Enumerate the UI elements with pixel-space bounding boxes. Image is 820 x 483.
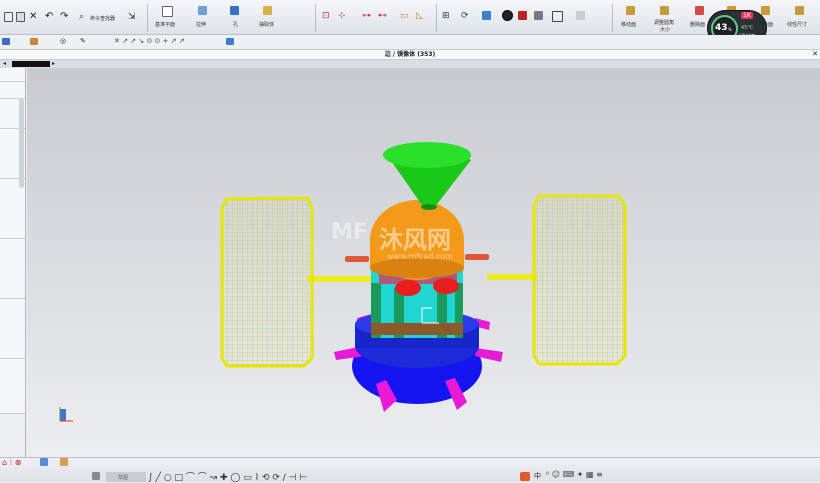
satellite-model (59, 142, 627, 422)
toolbar-separator (612, 4, 613, 32)
toolbar-separator (147, 4, 148, 32)
fit-view-icon[interactable]: ⊞ (442, 11, 450, 21)
resize-blend-button[interactable]: 调整圆角 (654, 19, 674, 26)
solid-icon[interactable] (226, 38, 234, 47)
navigator-scrollbar[interactable] (19, 98, 24, 188)
brown-band (371, 323, 463, 335)
orange-dome-base (370, 258, 464, 278)
extract-body-button[interactable]: 抽取体 (259, 21, 274, 28)
document-title: 边 / 镜像体 (353) (384, 51, 436, 58)
hole-button[interactable]: 孔 (233, 21, 238, 28)
close-icon[interactable]: ✕ (29, 11, 37, 22)
sketch-label: 草图 (118, 475, 129, 481)
selection-icon[interactable]: ⇲ (128, 12, 136, 22)
ribbon-toolbar: ✕ ↶ ↷ ⌕ 命令查找器 ⇲ 基准平面 拉伸 孔 抽取体 ⊡ ⊹ ⊶ ⊷ ▭ … (0, 0, 820, 35)
redo-icon[interactable]: ↷ (60, 11, 68, 22)
snap-end-icon[interactable]: ⊹ (338, 11, 346, 21)
copy-icon[interactable] (4, 12, 13, 24)
layer-settings-icon[interactable] (40, 458, 48, 468)
document-title-bar: 边 / 镜像体 (353) ✕ (0, 50, 820, 60)
active-tab-indicator[interactable] (12, 61, 50, 67)
close-tab-icon[interactable]: ✕ (812, 50, 818, 59)
extract-body-icon[interactable] (263, 6, 272, 17)
right-beam (487, 274, 537, 280)
ime-toolbar-icons[interactable]: ⁰ ☺ ⌨ ✦ ▦ ≡ (546, 470, 603, 479)
datum-plane-button[interactable]: 基准平面 (155, 21, 175, 28)
resize-blend-button-line2[interactable]: 大小 (660, 26, 670, 33)
watermark-logo: MF (331, 220, 368, 245)
green-funnel-tip (421, 204, 437, 210)
measure-icon[interactable]: ▭ (400, 11, 409, 21)
delete-face-button[interactable]: 删除面 (690, 21, 705, 28)
cpu-percent: 43 (715, 23, 728, 33)
tab-scroll-right-icon[interactable]: ▸ (52, 60, 55, 67)
render-style-icon[interactable] (502, 10, 513, 21)
extrude-button[interactable]: 拉伸 (196, 21, 206, 28)
toolbar-separator (436, 4, 437, 32)
view-cube-icon[interactable] (482, 11, 491, 22)
graphics-viewport[interactable]: MF 沐风网 www.mfcad.com (27, 68, 820, 457)
filter-dropdown-icon[interactable] (2, 38, 10, 47)
tab-strip: ◂ ▸ (0, 60, 820, 68)
view-orient-icon[interactable]: ◎ (60, 37, 66, 45)
angle-icon[interactable]: ◺ (416, 11, 423, 21)
paste-icon[interactable] (16, 12, 25, 24)
snap-center-icon[interactable]: ⊷ (378, 11, 387, 21)
snap-mid-icon[interactable]: ⊶ (362, 11, 371, 21)
navigator-row-divider (0, 298, 25, 299)
toolbar-separator (315, 4, 316, 32)
snap-settings-icon[interactable] (60, 458, 68, 468)
linear-dimension-button[interactable]: 线性尺寸 (787, 21, 807, 28)
undo-icon[interactable]: ↶ (45, 11, 53, 22)
linear-dimension-icon[interactable] (795, 6, 804, 17)
red-sensor-left (395, 280, 421, 296)
tab-scroll-left-icon[interactable]: ◂ (3, 60, 6, 67)
part-navigator-panel[interactable] (0, 68, 26, 457)
view-triad-icon (59, 407, 73, 422)
left-thruster (345, 256, 369, 262)
sketch-icon[interactable] (92, 472, 100, 482)
wireframe-icon[interactable] (534, 11, 543, 22)
network-speed: 1K (741, 12, 753, 19)
move-face-button[interactable]: 移动面 (621, 21, 636, 28)
bottom-toolbar: ⌂ ⁝ ⊗ 草图 ∫ ╱ ○ □ ⌒ ⌒ ↝ ✚ ◯ ▭ ⌇ ⟲ ⟳ ∕ ⊣ ⊢… (0, 457, 820, 483)
quick-pick-icon[interactable]: ✎ (80, 37, 86, 45)
ime-mode[interactable]: 中 (534, 471, 541, 481)
extrude-icon[interactable] (198, 6, 207, 17)
rotate-view-icon[interactable]: ⟳ (461, 11, 469, 21)
selection-toolbar: ◎ ✎ ✕ ↗ ↗ ↘ ⊙ ⊙ + ↗ ↗ (0, 35, 820, 50)
watermark-title: 沐风网 (379, 226, 451, 254)
move-face-icon[interactable] (626, 6, 635, 17)
red-sensor-right (433, 278, 459, 294)
color-icon[interactable] (576, 11, 585, 22)
datum-plane-icon[interactable] (162, 6, 173, 19)
cpu-percent-sign: % (728, 27, 732, 32)
layer-icon[interactable] (552, 11, 563, 24)
bottom-tool-icons[interactable]: ⌂ ⁝ ⊗ (2, 458, 21, 467)
right-solar-panel (532, 194, 627, 366)
resize-blend-icon[interactable] (660, 6, 669, 17)
shaded-icon[interactable] (518, 11, 527, 22)
green-funnel-rim (383, 142, 471, 168)
navigator-details-pane (0, 413, 25, 457)
snap-icon[interactable] (30, 38, 38, 47)
navigator-row-divider (0, 358, 25, 359)
snap-point-icon[interactable]: ⊡ (322, 11, 330, 21)
command-finder-button[interactable]: 命令查找器 (90, 15, 115, 22)
ime-logo-icon[interactable] (520, 472, 530, 481)
binoculars-icon[interactable]: ⌕ (79, 12, 84, 22)
snap-toolbar-icons[interactable]: ✕ ↗ ↗ ↘ ⊙ ⊙ + ↗ ↗ (114, 37, 185, 45)
right-thruster (465, 254, 489, 260)
delete-face-icon[interactable] (695, 6, 704, 17)
cpu-temperature: 45°C (741, 25, 754, 31)
navigator-row-divider (0, 81, 25, 82)
watermark-url: www.mfcad.com (387, 252, 454, 261)
left-solar-panel (220, 196, 314, 368)
sketch-curve-tools[interactable]: ∫ ╱ ○ □ ⌒ ⌒ ↝ ✚ ◯ ▭ ⌇ ⟲ ⟳ ∕ ⊣ ⊢ (148, 470, 307, 483)
navigator-row-divider (0, 238, 25, 239)
hole-icon[interactable] (230, 6, 239, 17)
